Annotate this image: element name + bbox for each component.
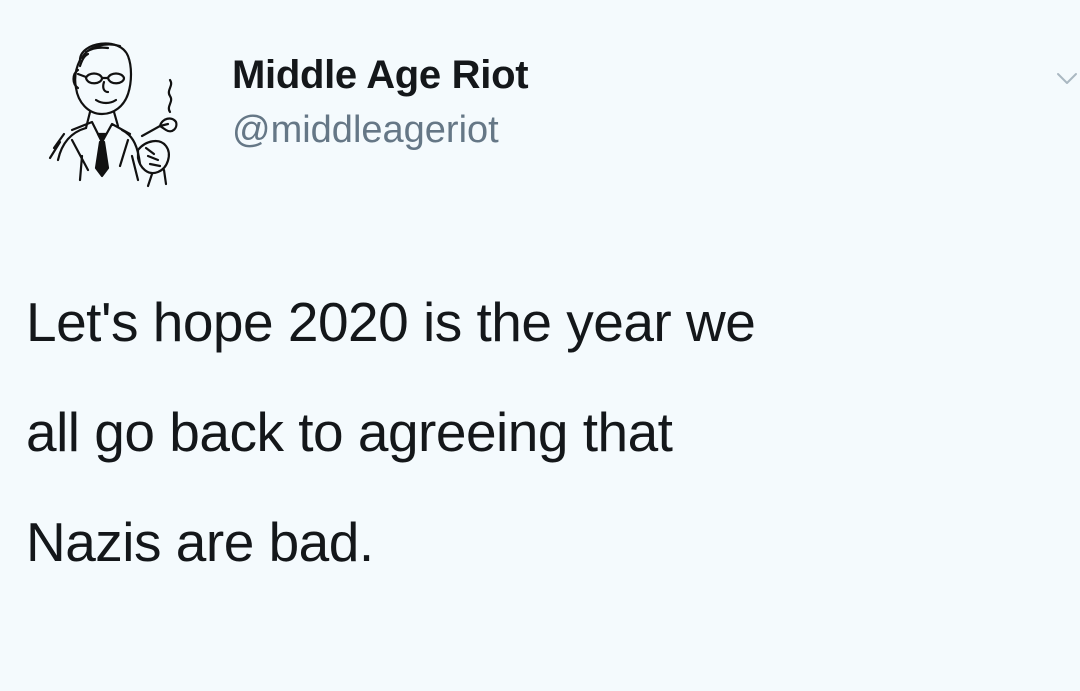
author-identity: Middle Age Riot @middleageriot bbox=[232, 50, 529, 154]
avatar[interactable] bbox=[42, 30, 192, 190]
pipe-smoking-man-avatar-icon bbox=[48, 42, 178, 188]
display-name[interactable]: Middle Age Riot bbox=[232, 50, 529, 100]
tweet-card: Middle Age Riot @middleageriot Let's hop… bbox=[0, 0, 1080, 691]
tweet-text: Let's hope 2020 is the year we all go ba… bbox=[26, 291, 756, 573]
tweet-header: Middle Age Riot @middleageriot bbox=[0, 0, 1080, 200]
chevron-down-icon bbox=[1057, 73, 1077, 84]
user-handle[interactable]: @middleageriot bbox=[232, 106, 528, 154]
tweet-menu-button[interactable] bbox=[1054, 64, 1080, 94]
